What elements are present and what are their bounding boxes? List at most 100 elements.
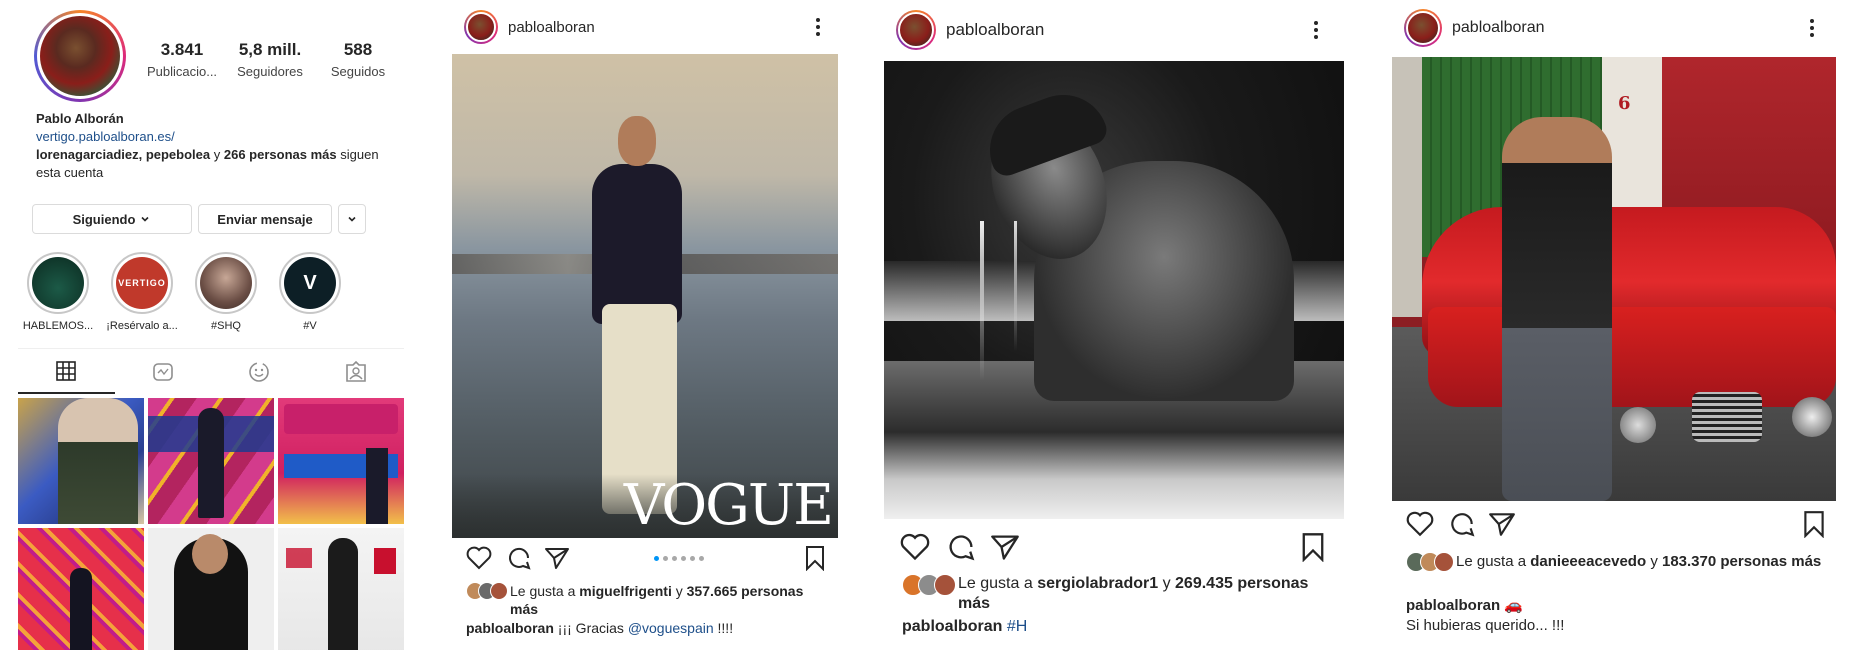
story-highlight[interactable]: VERTIGO ¡Resérvalo a... xyxy=(106,252,178,332)
suggested-accounts-button[interactable] xyxy=(338,204,366,234)
story-highlight-label: #V xyxy=(303,320,317,332)
profile-tabs xyxy=(18,348,404,394)
like-heart-icon[interactable] xyxy=(466,546,492,570)
story-highlight-text: VERTIGO xyxy=(116,257,168,309)
chevron-down-icon xyxy=(348,216,356,222)
stat-followers-label: Seguidores xyxy=(237,64,303,79)
grid-post-thumbnail[interactable] xyxy=(278,528,404,650)
profile-buttons: Siguiendo Enviar mensaje xyxy=(32,204,366,234)
stat-followers[interactable]: 5,8 mill. Seguidores xyxy=(226,40,314,79)
profile-stats: 3.841 Publicacio... 5,8 mill. Seguidores… xyxy=(138,40,402,79)
post-author-username[interactable]: pabloalboran xyxy=(946,20,1044,40)
share-icon[interactable] xyxy=(544,546,570,570)
bookmark-icon[interactable] xyxy=(804,545,826,571)
likes-prefix: Le gusta a xyxy=(510,583,576,599)
post-author-username[interactable]: pabloalboran xyxy=(508,19,595,36)
garage-sign-number: 6 xyxy=(1618,93,1631,114)
likes-user[interactable]: sergiolabrador1 xyxy=(1037,575,1158,592)
tab-reels[interactable] xyxy=(115,349,212,394)
profile-name: Pablo Alborán xyxy=(36,111,124,126)
more-options-icon[interactable] xyxy=(1314,21,1318,39)
tab-collabs[interactable] xyxy=(211,349,308,394)
post-actions xyxy=(466,545,826,571)
caption-text: Si hubieras querido... !!! xyxy=(1406,617,1565,634)
tab-tagged[interactable] xyxy=(308,349,405,394)
story-highlight[interactable]: #SHQ xyxy=(190,252,262,332)
posts-grid xyxy=(18,398,404,650)
comment-icon[interactable] xyxy=(506,545,532,571)
profile-bio: Pablo Alborán vertigo.pabloalboran.es/ l… xyxy=(36,110,396,182)
post-author-avatar[interactable] xyxy=(1404,9,1442,47)
followed-by-text[interactable]: lorenagarciadiez, pepebolea y 266 person… xyxy=(36,146,396,182)
stat-following-label: Seguidos xyxy=(330,64,386,79)
tab-posts[interactable] xyxy=(18,349,115,394)
stat-posts[interactable]: 3.841 Publicacio... xyxy=(138,40,226,79)
post-panel-car: pabloalboran 6 Le gusta a danieeeacevedo… xyxy=(1392,0,1836,650)
more-options-icon[interactable] xyxy=(816,18,820,36)
grid-post-thumbnail[interactable] xyxy=(148,398,274,524)
profile-avatar[interactable] xyxy=(34,10,126,102)
stat-following[interactable]: 588 Seguidos xyxy=(314,40,402,79)
caption-hashtag[interactable]: #H xyxy=(1007,618,1027,635)
caption-end: !!!! xyxy=(717,620,734,636)
likes-user[interactable]: danieeeacevedo xyxy=(1530,553,1646,570)
stat-followers-count: 5,8 mill. xyxy=(238,40,302,59)
post-author-avatar[interactable] xyxy=(896,10,936,50)
caption-username[interactable]: pabloalboran xyxy=(902,618,1002,635)
likes-join: y xyxy=(1162,575,1171,592)
post-photo[interactable]: 6 xyxy=(1392,57,1836,501)
like-heart-icon[interactable] xyxy=(1406,511,1434,537)
likes-summary[interactable]: Le gusta a danieeeacevedo y 183.370 pers… xyxy=(1406,552,1826,572)
grid-post-thumbnail[interactable] xyxy=(278,398,404,524)
share-icon[interactable] xyxy=(990,533,1020,561)
post-author-username[interactable]: pabloalboran xyxy=(1452,19,1545,37)
send-message-button[interactable]: Enviar mensaje xyxy=(198,204,332,234)
bookmark-icon[interactable] xyxy=(1300,532,1326,562)
stat-following-count: 588 xyxy=(343,40,373,59)
post-photo[interactable] xyxy=(884,61,1344,519)
comment-icon[interactable] xyxy=(1448,510,1476,538)
like-heart-icon[interactable] xyxy=(900,533,930,561)
post-actions xyxy=(900,532,1326,562)
grid-post-thumbnail[interactable] xyxy=(18,398,144,524)
profile-panel: 3.841 Publicacio... 5,8 mill. Seguidores… xyxy=(18,0,404,650)
post-caption: pabloalboran 🚗 Si hubieras querido... !!… xyxy=(1406,596,1826,636)
comment-icon[interactable] xyxy=(946,532,976,562)
story-highlights: HABLEMOS... VERTIGO ¡Resérvalo a... #SHQ… xyxy=(22,252,346,332)
story-highlight[interactable]: HABLEMOS... xyxy=(22,252,94,332)
grid-post-thumbnail[interactable] xyxy=(18,528,144,650)
vogue-watermark: VOGUE xyxy=(623,473,834,538)
grid-post-thumbnail[interactable] xyxy=(148,528,274,650)
tagged-icon xyxy=(345,360,366,382)
stat-posts-count: 3.841 xyxy=(160,40,204,59)
likes-join: y xyxy=(675,583,683,599)
post-actions xyxy=(1406,510,1826,538)
story-highlight[interactable]: V #V xyxy=(274,252,346,332)
share-icon[interactable] xyxy=(1488,511,1516,537)
post-panel-vogue: pabloalboran VOGUE Le gusta a miguelfrig… xyxy=(452,0,838,650)
caption-username[interactable]: pabloalboran xyxy=(1406,597,1500,614)
post-header: pabloalboran xyxy=(452,0,838,54)
likes-join: y xyxy=(1650,553,1658,570)
more-options-icon[interactable] xyxy=(1810,19,1814,37)
post-panel-water: pabloalboran Le gusta a sergiolabrador1 … xyxy=(884,0,1344,650)
likes-prefix: Le gusta a xyxy=(1456,553,1527,570)
likes-summary[interactable]: Le gusta a sergiolabrador1 y 269.435 per… xyxy=(902,574,1332,614)
followed-by-names: lorenagarciadiez, pepebolea xyxy=(36,147,211,162)
likes-count[interactable]: 183.370 personas más xyxy=(1662,553,1821,570)
post-author-avatar[interactable] xyxy=(464,10,498,44)
following-button[interactable]: Siguiendo xyxy=(32,204,192,234)
followed-by-count: 266 personas más xyxy=(223,147,337,162)
post-photo[interactable]: VOGUE xyxy=(452,54,838,538)
likes-user[interactable]: miguelfrigenti xyxy=(579,583,672,599)
profile-header: 3.841 Publicacio... 5,8 mill. Seguidores… xyxy=(34,10,404,102)
bookmark-icon[interactable] xyxy=(1802,510,1826,538)
liker-avatars xyxy=(466,582,508,600)
likes-prefix: Le gusta a xyxy=(958,575,1033,592)
caption-mention[interactable]: @voguespain xyxy=(628,620,714,636)
grid-icon xyxy=(56,360,77,381)
caption-username[interactable]: pabloalboran xyxy=(466,620,554,636)
profile-website-link[interactable]: vertigo.pabloalboran.es/ xyxy=(36,128,396,146)
likes-summary[interactable]: Le gusta a miguelfrigenti y 357.665 pers… xyxy=(466,582,826,618)
collab-icon xyxy=(249,361,270,382)
